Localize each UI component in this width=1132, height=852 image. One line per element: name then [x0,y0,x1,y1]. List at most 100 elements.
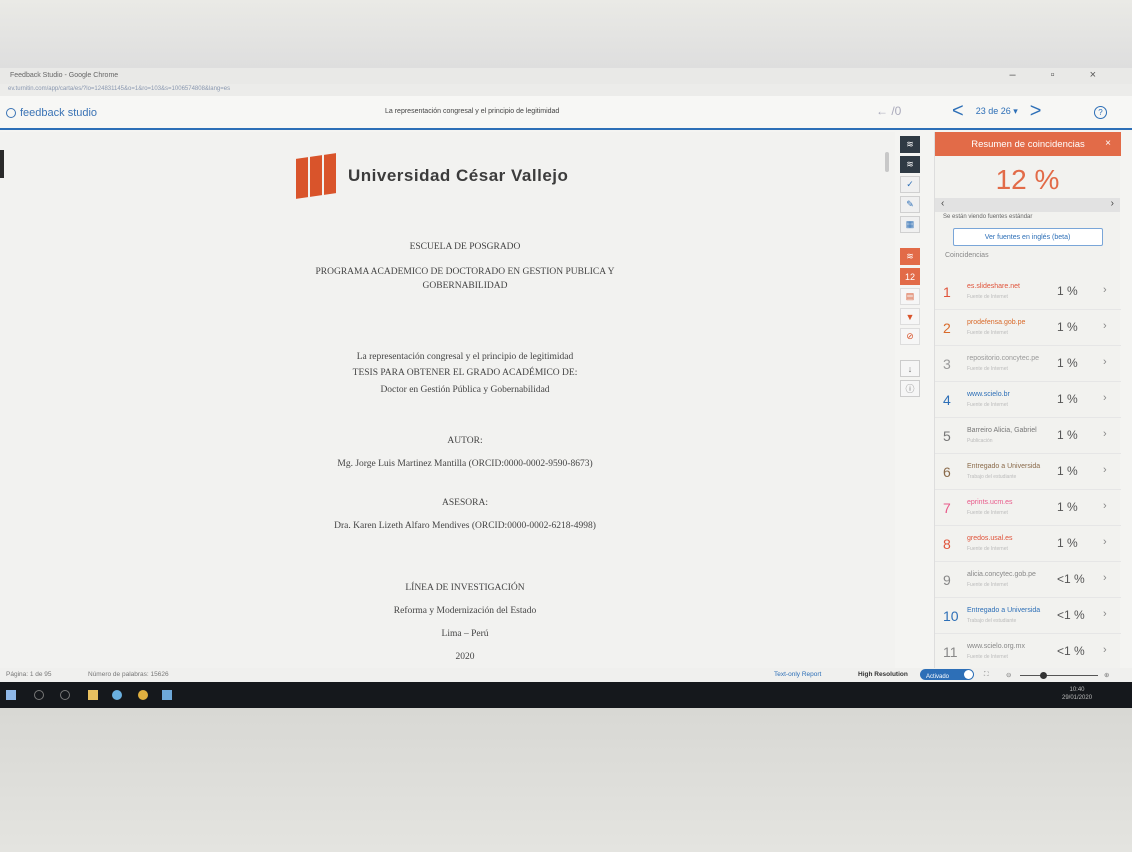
match-percentage: 1 % [1057,320,1078,334]
match-row[interactable]: 2 prodefensa.gob.pe Fuente de Internet 1 % › [935,310,1121,346]
rubric-icon[interactable]: ▦ [900,216,920,233]
match-row[interactable]: 7 eprints.ucm.es Fuente de Internet 1 % › [935,490,1121,526]
match-source-type: Publicación [967,438,993,444]
zoom-slider[interactable] [1020,675,1098,676]
chevron-right-icon[interactable]: › [1103,536,1107,548]
close-icon[interactable]: × [1105,138,1111,149]
side-toolbar: ≋ ≋ ✓ ✎ ▦ ≋ 12 ▤ ▼ ⊘ ↓ ⓘ [900,136,922,486]
match-row[interactable]: 1 es.slideshare.net Fuente de Internet 1 % › [935,274,1121,310]
app-name: feedback studio [20,107,98,119]
doc-line-program-2: GOBERNABILIDAD [422,281,508,291]
clock-time: 10:40 [1069,687,1085,693]
chevron-left-icon[interactable]: ‹ [941,198,944,209]
help-icon[interactable]: ? [1094,106,1107,119]
match-percentage: 1 % [1057,428,1078,442]
fullscreen-icon[interactable]: ⛶ [984,671,989,679]
match-row[interactable]: 11 www.scielo.org.mx Fuente de Internet <1 … [935,634,1121,670]
match-source[interactable]: gredos.usal.es [967,535,1013,542]
match-source[interactable]: eprints.ucm.es [967,499,1013,506]
app-logo[interactable]: feedback studio [6,107,97,119]
chevron-right-icon[interactable]: › [1103,572,1107,584]
filter-icon[interactable]: ▼ [900,308,920,325]
chevron-right-icon[interactable]: › [1111,198,1114,209]
chevron-right-icon[interactable]: › [1103,500,1107,512]
layers-secondary-icon[interactable]: ≋ [900,156,920,173]
match-source[interactable]: repositorio.concytec.pe [967,355,1039,362]
doc-line-author: Mg. Jorge Luis Martinez Mantilla (ORCID:… [337,459,593,469]
match-row[interactable]: 9 alicia.concytec.gob.pe Fuente de Interne… [935,562,1121,598]
download-icon[interactable]: ↓ [900,360,920,377]
match-row[interactable]: 10 Entregado a Universida Trabajo del estu… [935,598,1121,634]
chrome-icon[interactable] [138,690,148,700]
all-sources-icon[interactable]: ▤ [900,288,920,305]
match-source-type: Fuente de Internet [967,366,1008,372]
match-source[interactable]: Entregado a Universida [967,607,1040,614]
chevron-right-icon[interactable]: › [1103,608,1107,620]
chevron-right-icon[interactable]: › [1103,356,1107,368]
chevron-right-icon[interactable]: › [1103,428,1107,440]
chevron-right-icon[interactable]: › [1103,284,1107,296]
info-icon[interactable]: ⓘ [900,380,920,397]
document-title: La representación congresal y el princip… [385,108,560,115]
match-source-type: Fuente de Internet [967,330,1008,336]
address-bar[interactable]: ev.turnitin.com/app/carta/es/?lo=1248311… [0,84,1132,96]
university-header: Universidad César Vallejo [296,153,568,199]
match-percentage: 1 % [1057,356,1078,370]
doc-line-advisor-label: ASESORA: [442,498,488,508]
match-source[interactable]: alicia.concytec.gob.pe [967,571,1036,578]
pager-dropdown[interactable]: 23 de 26 ▾ [976,106,1018,117]
match-number: 2 [943,320,951,336]
submission-nav[interactable]: ← /0 [876,104,901,118]
prev-chevron-icon[interactable]: < [952,101,964,121]
exclude-icon[interactable]: ⊘ [900,328,920,345]
university-logo-icon [296,153,336,199]
search-icon[interactable] [34,690,44,700]
match-source[interactable]: www.scielo.org.mx [967,643,1025,650]
document-viewer[interactable]: Universidad César Vallejo ESCUELA DE POS… [0,132,895,668]
match-count-badge[interactable]: 12 [900,268,920,285]
match-source[interactable]: Entregado a Universida [967,463,1040,470]
chevron-right-icon[interactable]: › [1103,464,1107,476]
layers-icon[interactable]: ≋ [900,136,920,153]
toggle-knob [964,670,973,679]
file-explorer-icon[interactable] [88,690,98,700]
window-controls[interactable]: – ▫ × [1009,69,1112,81]
panel-header: Resumen de coincidencias × [935,132,1121,156]
zoom-slider-handle[interactable] [1040,672,1047,679]
zoom-in-icon[interactable]: ⊕ [1104,671,1109,679]
standard-sources-note: Se están viendo fuentes estándar [943,214,1033,220]
edge-browser-icon[interactable] [112,690,122,700]
match-source[interactable]: es.slideshare.net [967,283,1020,290]
match-row[interactable]: 6 Entregado a Universida Trabajo del estud… [935,454,1121,490]
zoom-out-icon[interactable]: ⊖ [1006,671,1011,679]
chevron-right-icon[interactable]: › [1103,320,1107,332]
match-row[interactable]: 3 repositorio.concytec.pe Fuente de Intern… [935,346,1121,382]
match-source[interactable]: www.scielo.br [967,391,1010,398]
match-row[interactable]: 8 gredos.usal.es Fuente de Internet 1 % › [935,526,1121,562]
task-view-icon[interactable] [60,690,70,700]
edit-icon[interactable]: ✎ [900,196,920,213]
match-source[interactable]: prodefensa.gob.pe [967,319,1025,326]
match-row[interactable]: 4 www.scielo.br Fuente de Internet 1 % › [935,382,1121,418]
english-sources-button[interactable]: Ver fuentes en inglés (beta) [952,228,1103,246]
high-resolution-toggle[interactable]: Activado [920,669,974,680]
feedback-studio-header: feedback studio La representación congre… [0,96,1132,130]
match-number: 8 [943,536,951,552]
similarity-layer-icon[interactable]: ≋ [900,248,920,265]
chevron-right-icon[interactable]: › [1103,392,1107,404]
system-clock[interactable]: 10:40 29/01/2020 [1062,686,1092,702]
window-title: Feedback Studio - Google Chrome [10,72,119,79]
grading-icon[interactable]: ✓ [900,176,920,193]
windows-start-icon[interactable] [6,690,16,700]
document-scrollbar[interactable] [885,152,889,172]
app-icon[interactable] [162,690,172,700]
match-list: 1 es.slideshare.net Fuente de Internet 1 % ›… [935,274,1121,670]
match-source[interactable]: Barreiro Alicia, Gabriel [967,427,1037,434]
match-number: 9 [943,572,951,588]
next-chevron-icon[interactable]: > [1030,101,1042,121]
text-only-report-link[interactable]: Text-only Report [774,671,821,678]
match-row[interactable]: 5 Barreiro Alicia, Gabriel Publicación 1 % › [935,418,1121,454]
monitor-screen: Feedback Studio - Google Chrome – ▫ × ev… [0,68,1132,708]
word-count: Número de palabras: 15626 [88,671,169,678]
chevron-right-icon[interactable]: › [1103,644,1107,656]
